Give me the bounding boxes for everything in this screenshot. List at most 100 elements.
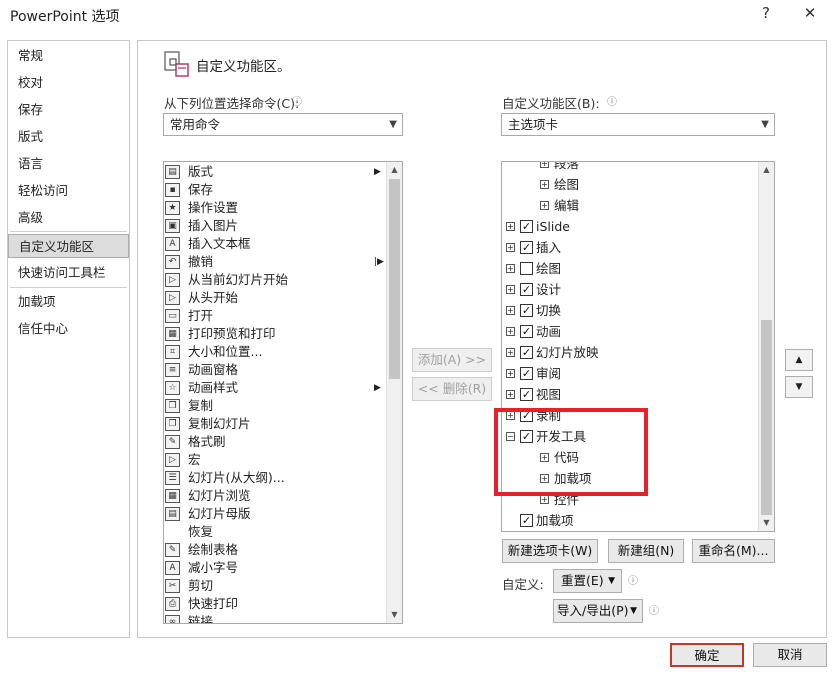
command-item[interactable]: ∞ 链接 <box>165 613 387 623</box>
expand-icon[interactable]: + <box>506 264 515 273</box>
checkbox-checked[interactable]: ✓ <box>520 304 533 317</box>
command-item[interactable]: 恢复 <box>165 523 387 541</box>
ribbon-group-item[interactable]: + 绘图 <box>502 175 758 195</box>
command-item[interactable]: ▦ 打印预览和打印 <box>165 325 387 343</box>
checkbox-unchecked[interactable] <box>520 262 533 275</box>
command-item[interactable]: ▷ 从当前幻灯片开始 <box>165 271 387 289</box>
command-item[interactable]: ✎ 格式刷 <box>165 433 387 451</box>
checkbox-checked[interactable]: ✓ <box>520 346 533 359</box>
command-item[interactable]: ⎙ 快速打印 <box>165 595 387 613</box>
command-item[interactable]: ⌗ 大小和位置... <box>165 343 387 361</box>
checkbox-checked[interactable]: ✓ <box>520 241 533 254</box>
expand-icon[interactable]: + <box>540 162 549 168</box>
cancel-button[interactable]: 取消 <box>753 643 827 667</box>
ribbon-tab-item[interactable]: + 绘图 <box>502 259 758 279</box>
expand-icon[interactable]: + <box>540 495 549 504</box>
help-button[interactable]: ? <box>755 4 777 22</box>
command-item[interactable]: ☆ 动画样式 ▶ <box>165 379 387 397</box>
scroll-up-icon[interactable]: ▲ <box>387 162 402 177</box>
expand-icon[interactable]: + <box>506 285 515 294</box>
ribbon-tab-item[interactable]: + ✓ 动画 <box>502 322 758 342</box>
checkbox-checked[interactable]: ✓ <box>520 367 533 380</box>
command-item[interactable]: ▷ 从头开始 <box>165 289 387 307</box>
expand-icon[interactable]: + <box>540 201 549 210</box>
command-item[interactable]: A 减小字号 <box>165 559 387 577</box>
expand-icon[interactable]: + <box>506 222 515 231</box>
command-item[interactable]: ↶ 撤销 |▶ <box>165 253 387 271</box>
command-item[interactable]: ▣ 插入图片 <box>165 217 387 235</box>
ribbon-tab-item[interactable]: + ✓ 视图 <box>502 385 758 405</box>
remove-button[interactable]: << 删除(R) <box>412 377 492 401</box>
command-item[interactable]: ▤ 幻灯片母版 <box>165 505 387 523</box>
ribbon-tab-item[interactable]: + ✓ 幻灯片放映 <box>502 343 758 363</box>
scroll-up-icon[interactable]: ▲ <box>759 162 774 177</box>
reset-dropdown[interactable]: 重置(E) ▼ <box>553 569 622 593</box>
tree-scrollbar[interactable]: ▲ ▼ <box>758 162 774 531</box>
commands-scrollbar[interactable]: ▲ ▼ <box>386 162 402 623</box>
close-button[interactable]: ✕ <box>799 4 821 22</box>
ribbon-tab-item[interactable]: ✓ 加载项 <box>502 511 758 531</box>
move-down-button[interactable]: ▼ <box>785 376 813 398</box>
ribbon-tab-item[interactable]: + ✓ 插入 <box>502 238 758 258</box>
rename-button[interactable]: 重命名(M)... <box>692 539 775 563</box>
command-item[interactable]: ☰ 幻灯片(从大纲)... <box>165 469 387 487</box>
expand-icon[interactable]: + <box>506 390 515 399</box>
sidebar-item-language[interactable]: 语言 <box>8 152 129 176</box>
tree-item-label: 切换 <box>536 303 562 318</box>
ok-button[interactable]: 确定 <box>670 643 744 667</box>
checkbox-checked[interactable]: ✓ <box>520 388 533 401</box>
scroll-thumb[interactable] <box>761 320 772 515</box>
expand-icon[interactable]: + <box>506 306 515 315</box>
command-item[interactable]: ▦ 幻灯片浏览 <box>165 487 387 505</box>
command-item[interactable]: ✂ 剪切 <box>165 577 387 595</box>
expand-icon[interactable]: + <box>540 180 549 189</box>
new-group-button[interactable]: 新建组(N) <box>608 539 684 563</box>
checkbox-checked[interactable]: ✓ <box>520 325 533 338</box>
expand-icon[interactable]: + <box>506 348 515 357</box>
sidebar-item-advanced[interactable]: 高级 <box>8 206 129 230</box>
command-item[interactable]: ▷ 宏 <box>165 451 387 469</box>
command-item[interactable]: ≡ 动画窗格 <box>165 361 387 379</box>
command-item[interactable]: ★ 操作设置 <box>165 199 387 217</box>
sidebar-item-trust-center[interactable]: 信任中心 <box>8 317 129 341</box>
sidebar-item-quick-access-toolbar[interactable]: 快速访问工具栏 <box>8 261 129 285</box>
commands-list[interactable]: ▤ 版式 ▶ ▪ 保存 ★ 操作设置 ▣ 插入图片 A 插入文本框 ↶ 撤销 |▶ ▷ 从当前幻灯片开始 ▷ 从头… <box>163 161 403 624</box>
checkbox-checked[interactable]: ✓ <box>520 220 533 233</box>
checkbox-checked[interactable]: ✓ <box>520 514 533 527</box>
sidebar-item-accessibility[interactable]: 轻松访问 <box>8 179 129 203</box>
tree-item-label: 加载项 <box>536 513 574 528</box>
ribbon-tab-item[interactable]: + ✓ 审阅 <box>502 364 758 384</box>
expand-icon[interactable]: + <box>506 243 515 252</box>
sidebar-item-proofing[interactable]: 校对 <box>8 71 129 95</box>
add-button[interactable]: 添加(A) >> <box>412 348 492 372</box>
choose-commands-combo[interactable]: 常用命令 ▼ <box>163 113 403 136</box>
command-item[interactable]: ❐ 复制幻灯片 <box>165 415 387 433</box>
expand-icon[interactable]: + <box>506 327 515 336</box>
decrease-font-icon: A <box>165 561 180 575</box>
command-item[interactable]: ▭ 打开 <box>165 307 387 325</box>
sidebar-item-save[interactable]: 保存 <box>8 98 129 122</box>
sidebar-item-customize-ribbon[interactable]: 自定义功能区 <box>8 234 129 258</box>
ribbon-group-item[interactable]: + 段落 <box>502 162 758 174</box>
command-item[interactable]: ✎ 绘制表格 <box>165 541 387 559</box>
scroll-thumb[interactable] <box>389 179 400 379</box>
sidebar-item-layout[interactable]: 版式 <box>8 125 129 149</box>
ribbon-tab-item[interactable]: + ✓ 切换 <box>502 301 758 321</box>
customize-ribbon-combo[interactable]: 主选项卡 ▼ <box>501 113 775 136</box>
expand-icon[interactable]: + <box>506 369 515 378</box>
move-up-button[interactable]: ▲ <box>785 349 813 371</box>
checkbox-checked[interactable]: ✓ <box>520 283 533 296</box>
scroll-down-icon[interactable]: ▼ <box>387 607 402 622</box>
command-item[interactable]: ❐ 复制 <box>165 397 387 415</box>
sidebar-item-addins[interactable]: 加载项 <box>8 290 129 314</box>
new-tab-button[interactable]: 新建选项卡(W) <box>502 539 598 563</box>
scroll-down-icon[interactable]: ▼ <box>759 515 774 530</box>
sidebar-item-general[interactable]: 常规 <box>8 44 129 68</box>
ribbon-tab-item[interactable]: + ✓ 设计 <box>502 280 758 300</box>
import-export-dropdown[interactable]: 导入/导出(P) ▼ <box>553 599 643 623</box>
ribbon-group-item[interactable]: + 编辑 <box>502 196 758 216</box>
command-item[interactable]: ▪ 保存 <box>165 181 387 199</box>
command-item[interactable]: A 插入文本框 <box>165 235 387 253</box>
command-item[interactable]: ▤ 版式 ▶ <box>165 163 387 181</box>
ribbon-tab-item[interactable]: + ✓ iSlide <box>502 217 758 237</box>
